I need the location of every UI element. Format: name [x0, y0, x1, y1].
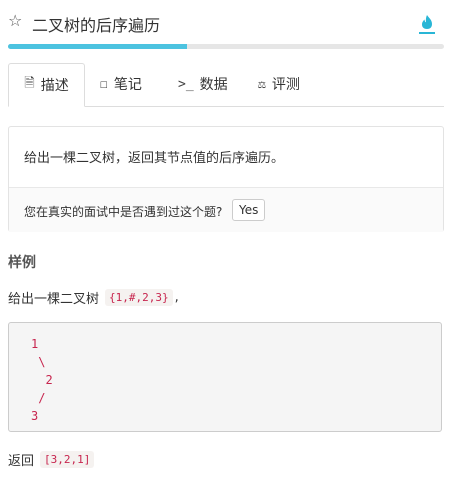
example-heading: 样例	[8, 255, 36, 271]
tab-description[interactable]: 🗎 描述	[8, 63, 85, 107]
star-outline-icon[interactable]: ☆	[8, 13, 24, 29]
problem-card: 给出一棵二叉树，返回其节点值的后序遍历。 您在真实的面试中是否遇到过这个题? Y…	[8, 126, 444, 232]
interview-footer: 您在真实的面试中是否遇到过这个题? Yes	[9, 187, 443, 232]
tab-data[interactable]: >_ 数据	[178, 63, 258, 105]
progress-fill	[8, 44, 187, 49]
flame-icon[interactable]	[420, 14, 434, 30]
note-icon: ☐	[100, 76, 108, 92]
terminal-icon: >_	[178, 76, 194, 92]
yes-button[interactable]: Yes	[232, 199, 266, 221]
tree-diagram-code: 1 \ 2 / 3	[8, 322, 442, 432]
intro-tail: ,	[174, 290, 179, 305]
example-intro-text: 给出一棵二叉树	[8, 292, 100, 307]
example-output: 返回 [3,2,1]	[8, 450, 95, 469]
tab-bar: 🗎 描述 ☐ 笔记 >_ 数据 ⚖ 评测	[8, 63, 444, 107]
interview-question: 您在真实的面试中是否遇到过这个题?	[24, 205, 223, 219]
tab-label: 数据	[199, 77, 228, 93]
tab-label: 笔记	[113, 77, 142, 93]
output-code: [3,2,1]	[40, 451, 95, 468]
tab-label: 评测	[271, 77, 300, 93]
problem-header: ☆ 二叉树的后序遍历	[0, 0, 451, 38]
progress-bar	[8, 44, 444, 49]
flame-underline	[419, 32, 435, 34]
problem-description: 给出一棵二叉树，返回其节点值的后序遍历。	[24, 151, 285, 166]
page-title: 二叉树的后序遍历	[32, 16, 161, 35]
document-icon: 🗎	[24, 76, 35, 91]
tab-judge[interactable]: ⚖ 评测	[258, 63, 338, 105]
tab-notes[interactable]: ☐ 笔记	[100, 63, 170, 105]
example-intro: 给出一棵二叉树 {1,#,2,3} ,	[8, 288, 179, 307]
scale-icon: ⚖	[258, 76, 266, 92]
return-label: 返回	[8, 454, 35, 469]
input-code: {1,#,2,3}	[105, 289, 173, 306]
tab-label: 描述	[40, 78, 69, 94]
